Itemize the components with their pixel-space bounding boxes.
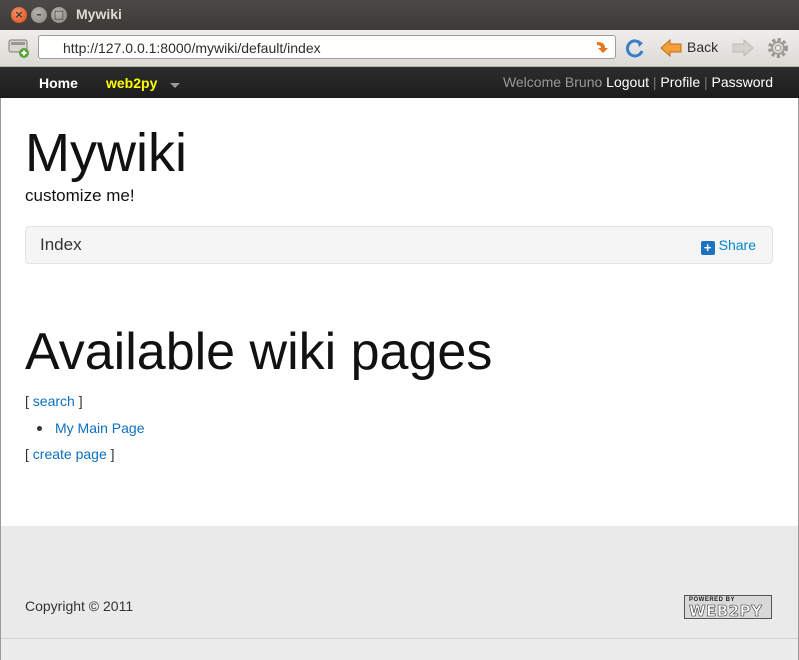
close-window-icon[interactable]: × [11, 7, 27, 23]
logout-link[interactable]: Logout [606, 74, 649, 90]
wiki-page-link[interactable]: My Main Page [55, 420, 144, 436]
separator: | [704, 74, 708, 90]
list-item: My Main Page [37, 420, 144, 436]
create-line: [ create page ] [25, 446, 115, 462]
separator: | [652, 74, 657, 90]
search-link[interactable]: search [33, 393, 75, 409]
site-title: Mywiki [25, 123, 187, 183]
address-bar[interactable]: http://127.0.0.1:8000/mywiki/default/ind… [38, 35, 616, 59]
breadcrumb: Index + Share [25, 226, 773, 264]
forward-arrow-icon[interactable] [731, 38, 755, 58]
bracket: [ [25, 393, 29, 409]
title-bar: × – □ Mywiki [0, 0, 799, 30]
page-heading: Available wiki pages [25, 323, 493, 381]
window-border [0, 98, 1, 660]
bracket: [ [25, 446, 29, 462]
back-button[interactable]: Back [659, 38, 718, 58]
window-title: Mywiki [76, 6, 122, 22]
site-navbar: Home web2py Welcome Bruno Logout | Profi… [0, 67, 799, 98]
page-icon [8, 39, 29, 58]
minimize-window-icon[interactable]: – [31, 7, 47, 23]
reload-icon[interactable] [624, 37, 646, 59]
url-text[interactable]: http://127.0.0.1:8000/mywiki/default/ind… [63, 40, 321, 56]
bottom-strip [0, 638, 799, 660]
plus-icon: + [700, 241, 715, 255]
page-footer: Copyright © 2011 POWERED BY WEB2PY [0, 526, 799, 638]
bracket: ] [78, 393, 83, 409]
nav-web2py-menu[interactable]: web2py [106, 75, 157, 91]
powered-by-web2py-badge[interactable]: POWERED BY WEB2PY [684, 595, 772, 621]
browser-window: × – □ Mywiki http://127.0.0.1:8000/mywik… [0, 0, 799, 660]
share-button[interactable]: + Share [700, 237, 756, 255]
back-label: Back [687, 39, 719, 55]
maximize-window-icon[interactable]: □ [51, 7, 67, 23]
web2py-logo: WEB2PY [689, 602, 763, 621]
profile-link[interactable]: Profile [660, 74, 700, 90]
bullet-icon [37, 426, 42, 431]
breadcrumb-current: Index [40, 235, 82, 254]
bracket: ] [110, 446, 115, 462]
chevron-down-icon[interactable] [170, 83, 180, 88]
site-subtitle: customize me! [25, 186, 135, 205]
password-link[interactable]: Password [712, 74, 773, 90]
nav-home-link[interactable]: Home [39, 75, 78, 91]
search-line: [ search ] [25, 393, 83, 409]
go-arrow-icon[interactable] [595, 39, 611, 55]
create-page-link[interactable]: create page [33, 446, 107, 462]
share-label: Share [718, 237, 756, 253]
back-arrow-icon [660, 38, 682, 58]
gear-icon[interactable] [766, 36, 790, 60]
copyright-text: Copyright © 2011 [25, 598, 134, 614]
user-menu: Welcome Bruno Logout | Profile | Passwor… [503, 74, 773, 90]
browser-toolbar: http://127.0.0.1:8000/mywiki/default/ind… [0, 30, 799, 67]
welcome-text: Welcome Bruno [502, 74, 603, 90]
